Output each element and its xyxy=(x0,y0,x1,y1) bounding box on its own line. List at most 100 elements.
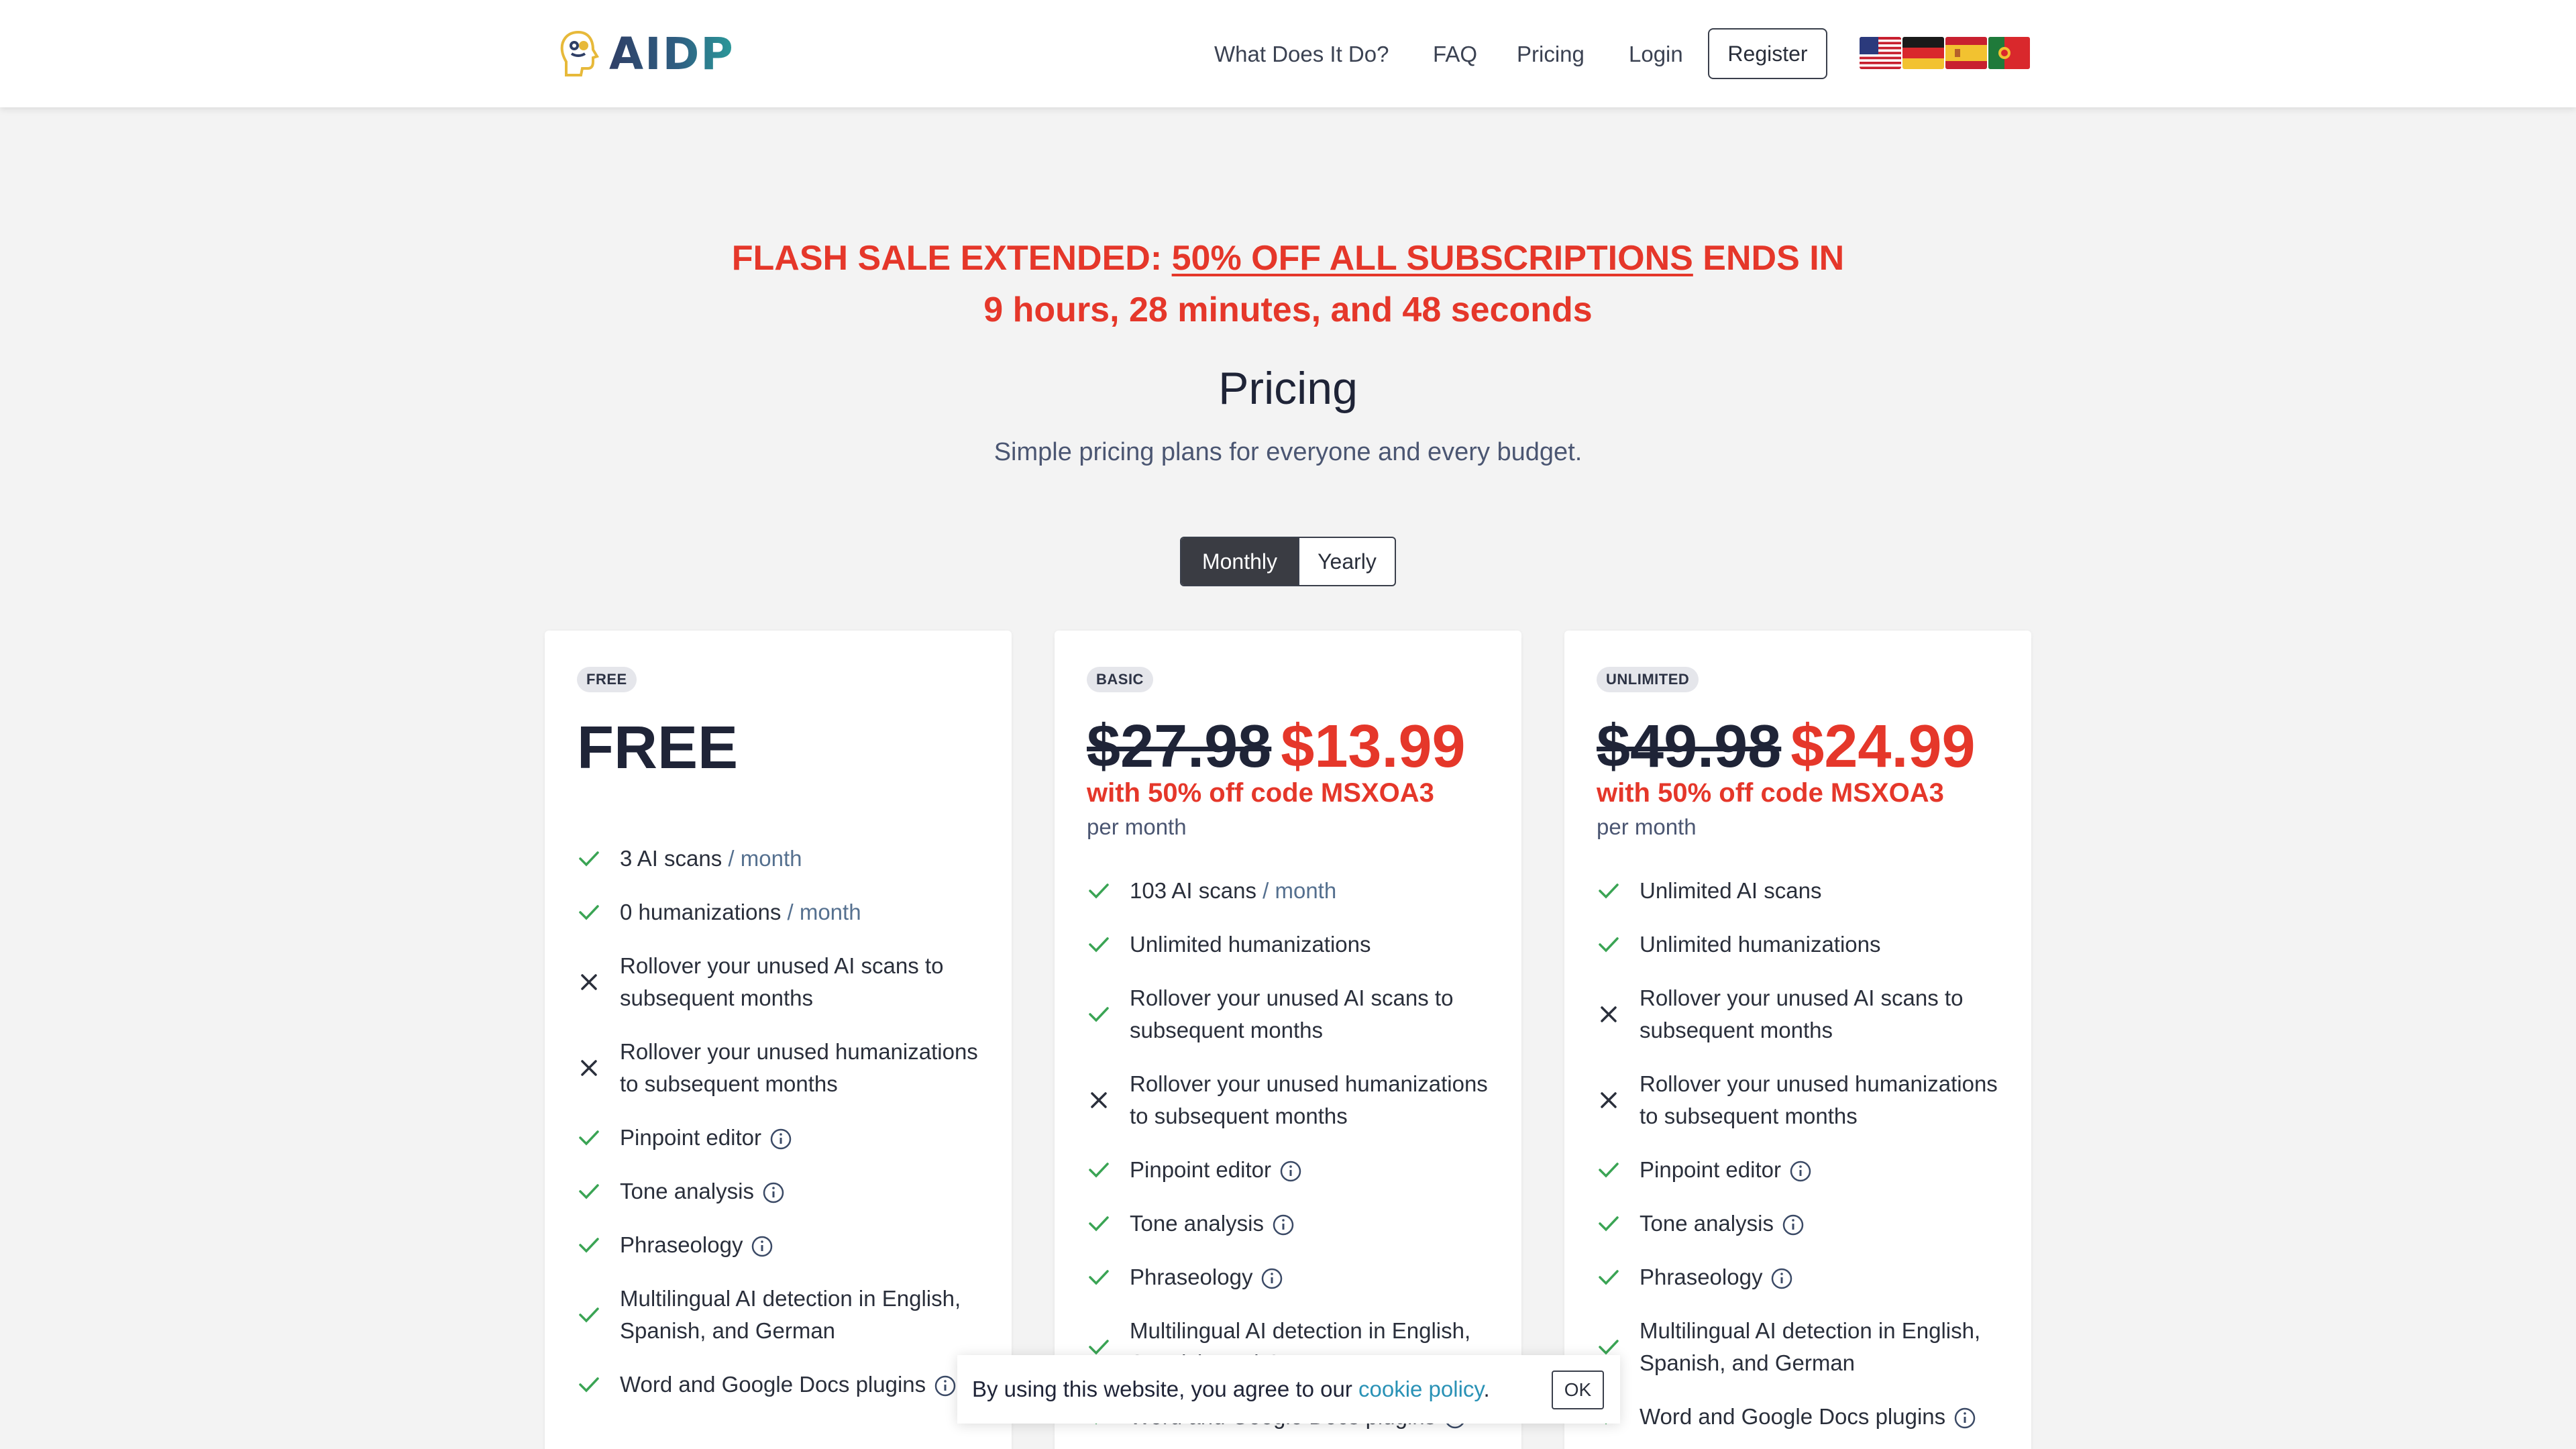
feature-text: Pinpoint editor xyxy=(1130,1154,1302,1186)
info-icon[interactable] xyxy=(1789,1160,1812,1183)
feature-status xyxy=(1597,1265,1640,1289)
register-button[interactable]: Register xyxy=(1708,28,1827,79)
feature-text: Rollover your unused AI scans to subsequ… xyxy=(1640,982,2012,1046)
cookie-policy-link[interactable]: cookie policy xyxy=(1358,1377,1483,1401)
sale-price: $24.99 xyxy=(1790,713,1976,780)
feature-text: Tone analysis xyxy=(1640,1208,1805,1240)
feature-text: Multilingual AI detection in English, Sp… xyxy=(1640,1315,2012,1379)
feature-text: Rollover your unused humanizations to su… xyxy=(1130,1068,1503,1132)
feature-status xyxy=(577,1126,620,1150)
cross-icon xyxy=(581,1060,597,1076)
check-icon xyxy=(579,1130,599,1146)
original-price: $27.98 xyxy=(1087,713,1272,780)
nav-faq[interactable]: FAQ xyxy=(1433,42,1477,67)
feature-text: Unlimited AI scans xyxy=(1640,875,1821,907)
feature-text: Phraseology xyxy=(620,1229,773,1261)
feature-item: Rollover your unused AI scans to subsequ… xyxy=(1087,982,1503,1046)
page-subtitle: Simple pricing plans for everyone and ev… xyxy=(994,438,1582,466)
feature-label: Multilingual AI detection in English, Sp… xyxy=(620,1286,961,1343)
check-icon xyxy=(1089,1216,1109,1232)
feature-status xyxy=(1087,1088,1130,1112)
feature-item: Tone analysis xyxy=(577,1175,993,1208)
feature-unit: / month xyxy=(722,846,802,871)
feature-status xyxy=(577,1303,620,1327)
feature-text: Rollover your unused humanizations to su… xyxy=(1640,1068,2012,1132)
feature-label: Rollover your unused AI scans to subsequ… xyxy=(1640,985,1964,1042)
feature-status xyxy=(577,970,620,994)
info-icon[interactable] xyxy=(762,1181,785,1204)
feature-text: Word and Google Docs plugins xyxy=(620,1368,957,1401)
info-icon[interactable] xyxy=(1953,1407,1976,1430)
info-icon[interactable] xyxy=(1260,1267,1283,1290)
feature-status xyxy=(577,1056,620,1080)
feature-text: Multilingual AI detection in English, Sp… xyxy=(620,1283,993,1347)
feature-label: 103 AI scans xyxy=(1130,878,1256,903)
feature-status xyxy=(577,1233,620,1257)
feature-item: Phraseology xyxy=(1087,1261,1503,1293)
feature-item: Phraseology xyxy=(577,1229,993,1261)
check-icon xyxy=(579,1184,599,1199)
feature-status xyxy=(1087,1265,1130,1289)
info-icon[interactable] xyxy=(751,1235,773,1258)
cookie-message: By using this website, you agree to our … xyxy=(972,1377,1490,1402)
check-icon xyxy=(579,1307,599,1323)
feature-item: Rollover your unused humanizations to su… xyxy=(577,1036,993,1100)
feature-status xyxy=(1597,1158,1640,1182)
feature-label: Tone analysis xyxy=(1130,1211,1264,1236)
feature-label: Rollover your unused humanizations to su… xyxy=(620,1039,978,1096)
portugal-flag-icon[interactable] xyxy=(1988,37,2030,69)
plan-card-basic: BASIC $27.98 $13.99 with 50% off code MSX… xyxy=(1055,631,1521,1449)
feature-label: Pinpoint editor xyxy=(1640,1157,1781,1182)
sale-countdown: 9 hours, 28 minutes, and 48 seconds xyxy=(983,290,1593,329)
check-icon xyxy=(1089,1007,1109,1022)
info-icon[interactable] xyxy=(769,1128,792,1150)
cross-icon xyxy=(1091,1092,1107,1108)
plan-badge: FREE xyxy=(577,667,637,692)
check-icon xyxy=(579,1377,599,1393)
yearly-option[interactable]: Yearly xyxy=(1298,538,1395,585)
site-logo[interactable]: AIDP xyxy=(558,27,735,80)
info-icon[interactable] xyxy=(934,1375,957,1397)
feature-label: 0 humanizations xyxy=(620,900,782,924)
feature-status xyxy=(1087,932,1130,957)
check-icon xyxy=(1089,1163,1109,1178)
info-icon[interactable] xyxy=(1770,1267,1793,1290)
feature-text: Pinpoint editor xyxy=(1640,1154,1812,1186)
feature-text: Phraseology xyxy=(1640,1261,1793,1293)
sale-price: $13.99 xyxy=(1281,713,1466,780)
feature-text: Tone analysis xyxy=(620,1175,785,1208)
info-icon[interactable] xyxy=(1272,1214,1295,1236)
cookie-suffix: . xyxy=(1483,1377,1490,1401)
nav-pricing[interactable]: Pricing xyxy=(1517,42,1585,67)
info-icon[interactable] xyxy=(1279,1160,1302,1183)
feature-item: Unlimited humanizations xyxy=(1087,928,1503,961)
feature-item: Unlimited AI scans xyxy=(1597,875,2012,907)
check-icon xyxy=(579,905,599,920)
feature-label: Phraseology xyxy=(1640,1265,1763,1289)
plan-badge: UNLIMITED xyxy=(1597,667,1699,692)
info-icon[interactable] xyxy=(1782,1214,1805,1236)
feature-text: Tone analysis xyxy=(1130,1208,1295,1240)
cross-icon xyxy=(581,974,597,990)
billing-period-toggle: Monthly Yearly xyxy=(1180,537,1396,586)
sale-highlight: 50% OFF ALL SUBSCRIPTIONS xyxy=(1171,239,1693,278)
nav-login[interactable]: Login xyxy=(1629,42,1683,67)
feature-label: Tone analysis xyxy=(620,1179,754,1203)
spain-flag-icon[interactable] xyxy=(1945,37,1987,69)
monthly-option[interactable]: Monthly xyxy=(1181,538,1298,585)
us-flag-icon[interactable] xyxy=(1860,37,1901,69)
feature-text: Rollover your unused AI scans to subsequ… xyxy=(1130,982,1503,1046)
brain-head-logo-icon xyxy=(560,30,599,76)
plan-price: FREE xyxy=(577,714,738,783)
feature-status xyxy=(577,1373,620,1397)
nav-what-does-it-do[interactable]: What Does It Do? xyxy=(1214,42,1389,67)
germany-flag-icon[interactable] xyxy=(1902,37,1944,69)
feature-label: Multilingual AI detection in English, Sp… xyxy=(1640,1318,1981,1375)
feature-text: 3 AI scans / month xyxy=(620,843,802,875)
feature-status xyxy=(577,1179,620,1203)
cookie-ok-button[interactable]: OK xyxy=(1552,1371,1604,1409)
feature-text: 0 humanizations / month xyxy=(620,896,861,928)
check-icon xyxy=(1599,883,1619,899)
check-icon xyxy=(579,1238,599,1253)
feature-label: Pinpoint editor xyxy=(1130,1157,1271,1182)
